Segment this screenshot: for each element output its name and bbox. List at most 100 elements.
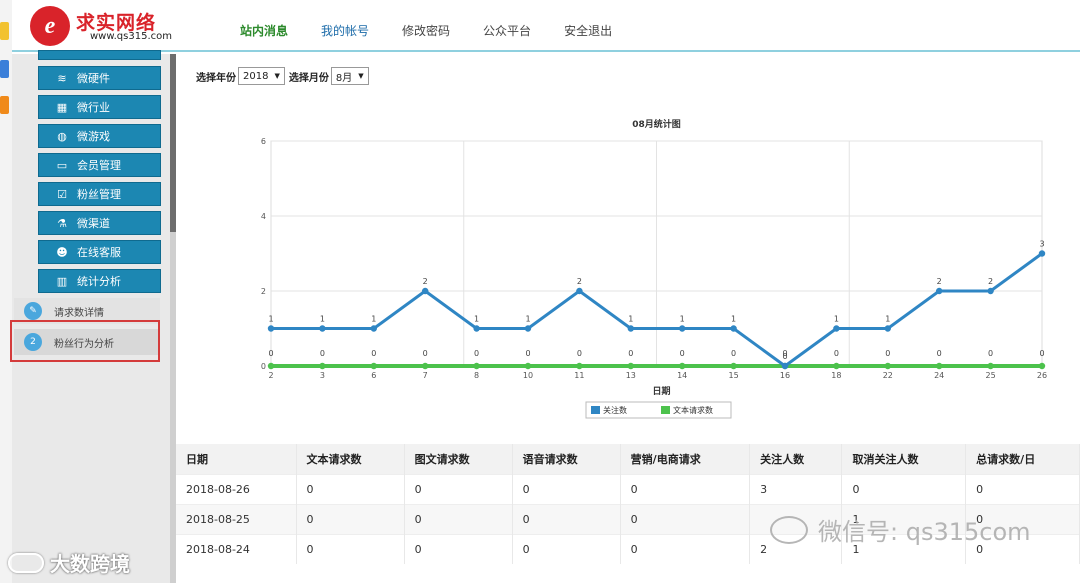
- x-tick-label: 3: [320, 371, 325, 380]
- data-label: 3: [1039, 240, 1044, 249]
- app-icon[interactable]: [0, 96, 9, 114]
- sidebar-item-statistics[interactable]: ▥ 统计分析: [38, 269, 161, 293]
- legend-label: 文本请求数: [673, 405, 713, 415]
- x-tick-label: 2: [268, 371, 273, 380]
- col-voice-requests: 语音请求数: [512, 444, 621, 474]
- sidebar-item-industry[interactable]: ▦ 微行业: [38, 95, 161, 119]
- data-point: [781, 362, 789, 370]
- legend-swatch: [591, 406, 600, 414]
- col-unfollows: 取消关注人数: [841, 444, 967, 474]
- data-point: [884, 325, 891, 332]
- wechat-icon: [770, 515, 808, 544]
- table-header-row: 日期 文本请求数 图文请求数 语音请求数 营销/电商请求 关注人数 取消关注人数…: [176, 444, 1080, 474]
- sidebar-label: 微渠道: [77, 217, 110, 230]
- nav-change-password[interactable]: 修改密码: [402, 22, 450, 39]
- nav-logout[interactable]: 安全退出: [564, 22, 612, 39]
- x-tick-label: 7: [423, 371, 428, 380]
- app-icon[interactable]: [0, 60, 9, 78]
- sidebar-label: 在线客服: [77, 246, 121, 259]
- data-label: 0: [525, 349, 530, 358]
- x-tick-label: 14: [677, 371, 687, 380]
- watermark-text: 微信号: qs315com: [818, 518, 1031, 546]
- sidebar-item-hardware[interactable]: ≋ 微硬件: [38, 66, 161, 90]
- data-label: 1: [474, 315, 479, 324]
- sub-item-label: 请求数详情: [54, 307, 104, 319]
- data-point: [1038, 250, 1046, 257]
- data-label: 0: [782, 352, 787, 361]
- nav-my-account[interactable]: 我的帐号: [321, 22, 369, 39]
- data-label: 1: [628, 315, 633, 324]
- data-label: 1: [525, 315, 530, 324]
- sidebar-item-fans[interactable]: ☑ 粉丝管理: [38, 182, 161, 206]
- cell: 0: [512, 533, 621, 564]
- x-tick-label: 18: [831, 371, 841, 380]
- data-label: 0: [268, 349, 273, 358]
- page: e 求实网络 www.qs315.com 站内消息 我的帐号 修改密码 公众平台…: [0, 0, 1080, 583]
- users-icon: ☻: [56, 245, 68, 259]
- data-point: [370, 362, 377, 370]
- cell: 0: [296, 533, 405, 564]
- line-chart: 024608月统计图0 0 0 0 0 0 0 0 0 0 0 0 0 0 0 01 1 121 121 1 101 12…: [261, 118, 1047, 419]
- data-label: 0: [834, 349, 839, 358]
- legend-label: 关注数: [603, 405, 627, 415]
- chevron-down-icon: ▼: [358, 72, 364, 80]
- data-point: [1038, 362, 1046, 370]
- data-label: 2: [423, 277, 428, 286]
- wechat-watermark: 微信号: qs315com: [770, 512, 1031, 547]
- data-point: [730, 362, 737, 370]
- cell: 0: [404, 473, 513, 504]
- nav-public-platform[interactable]: 公众平台: [483, 22, 531, 39]
- data-label: 1: [680, 315, 685, 324]
- sidebar-label: 微游戏: [77, 130, 110, 143]
- logo[interactable]: e 求实网络 www.qs315.com: [30, 6, 180, 46]
- wifi-icon: ≋: [57, 71, 67, 85]
- sidebar-item-games[interactable]: ◍ 微游戏: [38, 124, 161, 148]
- nav-messages[interactable]: 站内消息: [240, 22, 288, 39]
- month-select[interactable]: 8月 ▼: [330, 67, 369, 85]
- cell: 2018-08-24: [176, 533, 297, 564]
- logo-url: www.qs315.com: [90, 31, 172, 42]
- col-marketing-requests: 营销/电商请求: [620, 444, 751, 474]
- data-label: 0: [371, 349, 376, 358]
- data-point: [936, 362, 943, 370]
- x-tick-label: 13: [626, 371, 636, 380]
- main-content: 选择年份 2018 ▼ 选择月份 8月 ▼ 0 2 4 6 08月统计图 0 0 0 0 0 0 0 0 0 0…: [176, 54, 1080, 583]
- sidebar-item-channels[interactable]: ⚗ 微渠道: [38, 211, 161, 235]
- data-label: 0: [474, 349, 479, 358]
- sidebar-label: 会员管理: [77, 159, 121, 172]
- cell: 0: [965, 473, 1080, 504]
- data-label: 0: [988, 349, 993, 358]
- data-point: [679, 362, 686, 370]
- data-label: 0: [628, 349, 633, 358]
- data-label: 0: [885, 349, 890, 358]
- data-point: [422, 287, 429, 295]
- cell: 0: [841, 473, 967, 504]
- data-point: [319, 325, 326, 332]
- folder-icon[interactable]: [0, 22, 9, 40]
- data-point: [576, 287, 583, 295]
- x-tick-label: 8: [474, 371, 479, 380]
- year-select[interactable]: 2018 ▼: [238, 67, 285, 85]
- sidebar-label: 微硬件: [77, 72, 110, 85]
- data-point: [370, 325, 377, 332]
- sidebar-item-members[interactable]: ▭ 会员管理: [38, 153, 161, 177]
- cell: 2018-08-26: [176, 473, 297, 504]
- x-tick-label: 25: [986, 371, 996, 380]
- col-follows: 关注人数: [749, 444, 843, 474]
- data-label: 0: [731, 349, 736, 358]
- data-label: 1: [320, 315, 325, 324]
- desktop-strip: [0, 0, 12, 583]
- sidebar-button-partial[interactable]: [38, 50, 161, 60]
- data-label: 0: [1039, 349, 1044, 358]
- data-point: [730, 325, 737, 332]
- bar-chart-icon: ▥: [56, 274, 68, 288]
- legend-swatch: [661, 406, 670, 414]
- sidebar-item-support[interactable]: ☻ 在线客服: [38, 240, 161, 264]
- data-point: [987, 287, 994, 295]
- edit-icon: ☑: [57, 187, 67, 201]
- top-header: e 求实网络 www.qs315.com 站内消息 我的帐号 修改密码 公众平台…: [12, 0, 1080, 52]
- data-label: 2: [577, 277, 582, 286]
- data-label: 1: [371, 315, 376, 324]
- data-point: [576, 362, 583, 370]
- logo-mark-icon: e: [30, 6, 70, 46]
